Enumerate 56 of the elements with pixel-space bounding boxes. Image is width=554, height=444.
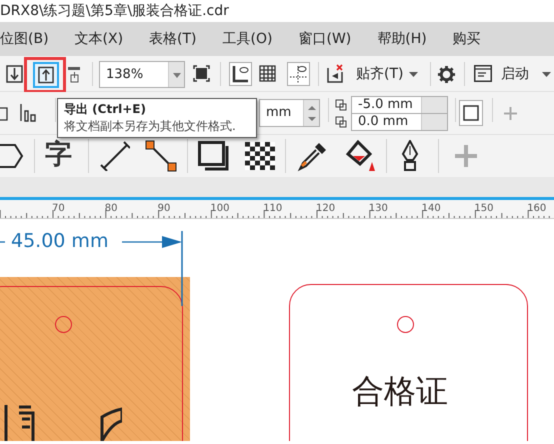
fill-icon[interactable]: [344, 140, 376, 172]
ruler-label: 110: [263, 202, 282, 216]
distribute-icon[interactable]: [20, 103, 37, 122]
caret-icon[interactable]: [409, 72, 418, 77]
menu-item[interactable]: 帮助(H): [377, 28, 441, 50]
tooltip-text: 将文档副本另存为其他文件格式.: [64, 118, 237, 135]
ruler-label: 140: [422, 202, 441, 216]
ruler-label: 150: [474, 202, 494, 216]
menu-item[interactable]: 购买: [452, 28, 495, 50]
caret-icon[interactable]: [542, 72, 551, 77]
ruler-label: 90: [158, 202, 170, 216]
dimension-line-icon[interactable]: [100, 141, 130, 171]
menu-item[interactable]: 表格(T): [149, 28, 211, 50]
caret-icon[interactable]: [173, 73, 181, 78]
pen-nib-icon[interactable]: [400, 140, 420, 172]
ruler-label: 100: [210, 202, 230, 216]
ruler-label: 130: [368, 202, 388, 216]
import-icon[interactable]: [6, 65, 23, 83]
offset-x-icon[interactable]: [335, 99, 349, 113]
window-title: DRX8\练习题\第5章\服装合格证.cdr: [0, 2, 230, 21]
offset-y-icon[interactable]: [335, 116, 349, 130]
guidelines-icon[interactable]: [287, 62, 310, 86]
snap-menu[interactable]: 贴齐(T): [356, 64, 404, 85]
ruler-label: 120: [316, 202, 336, 216]
spinner-arrows-icon[interactable]: [308, 106, 316, 121]
ruler-icon[interactable]: [229, 62, 252, 86]
dimension-arrow: [122, 236, 182, 248]
dimension-tick: [0, 241, 5, 243]
settings-icon[interactable]: [437, 65, 456, 84]
text-tool[interactable]: 字: [45, 138, 72, 172]
frame-icon[interactable]: [459, 100, 483, 126]
menu-item[interactable]: 文本(X): [74, 28, 138, 50]
hang-hole: [397, 316, 414, 333]
ruler-label: 160: [527, 202, 546, 216]
hang-hole: [55, 316, 72, 333]
menu-item[interactable]: 窗口(W): [298, 28, 366, 50]
launch-menu[interactable]: 启动: [501, 64, 529, 85]
export-button[interactable]: [33, 62, 59, 88]
fit-page-icon[interactable]: [193, 65, 210, 82]
pdf-icon[interactable]: [67, 65, 83, 83]
window-icon[interactable]: [474, 65, 492, 82]
ruler-label: 80: [104, 202, 118, 216]
dropdown-button[interactable]: [168, 62, 184, 87]
ruler-label: 70: [52, 202, 65, 216]
dimension-label: 45.00 mm: [11, 229, 108, 253]
menu-item[interactable]: 位图(B): [0, 28, 63, 50]
menu-item[interactable]: 工具(O): [222, 28, 286, 50]
tag-title: 合格证: [352, 371, 448, 411]
tooltip-title: 导出 (Ctrl+E): [64, 101, 147, 118]
spinner-button[interactable]: [303, 100, 319, 126]
snap-off-icon[interactable]: [326, 64, 344, 83]
checkerboard-icon[interactable]: [245, 142, 275, 170]
align-icon[interactable]: [0, 107, 10, 121]
connector-icon[interactable]: [145, 140, 177, 172]
eyedropper-icon[interactable]: [297, 140, 329, 172]
grid-icon[interactable]: [259, 65, 276, 82]
